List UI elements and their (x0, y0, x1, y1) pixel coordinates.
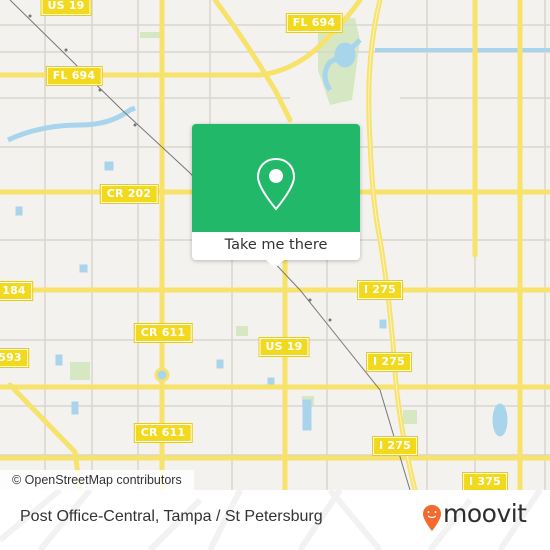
moovit-pin-logo-icon (423, 505, 441, 531)
map-view[interactable]: US 19 FL 694 FL 694 CR 202 US 19 184 I 2… (0, 0, 550, 490)
road-shield: I 275 (357, 280, 403, 300)
park-area (70, 362, 90, 380)
road-shield: CR 611 (133, 323, 193, 343)
road-shield: 593 (0, 348, 29, 368)
road-shield: FL 694 (285, 13, 343, 33)
park-area (140, 32, 160, 38)
park-area (236, 326, 248, 336)
road-shield: FL 694 (45, 66, 103, 86)
road-shield: US 19 (40, 0, 92, 16)
road-shield: I 275 (372, 436, 418, 456)
road-shield: I 375 (462, 472, 508, 490)
footer-bar: Post Office-Central, Tampa / St Petersbu… (0, 490, 550, 550)
brand-name: moovit (443, 499, 527, 528)
road-shield: CR 611 (133, 423, 193, 443)
location-popup: Take me there (192, 124, 360, 268)
place-title: Post Office-Central, Tampa / St Petersbu… (20, 508, 323, 525)
park-area (403, 410, 417, 424)
popup-header (192, 124, 360, 232)
map-pin-icon (256, 157, 296, 211)
road-shield: US 19 (258, 337, 310, 357)
map-attribution[interactable]: © OpenStreetMap contributors (0, 470, 194, 490)
road-shield: 184 (0, 281, 33, 301)
road-shield: I 275 (366, 352, 412, 372)
popup-arrow (266, 260, 284, 268)
road-shield: CR 202 (99, 184, 159, 204)
roundabout (154, 367, 170, 383)
take-me-there-button[interactable]: Take me there (192, 232, 360, 260)
